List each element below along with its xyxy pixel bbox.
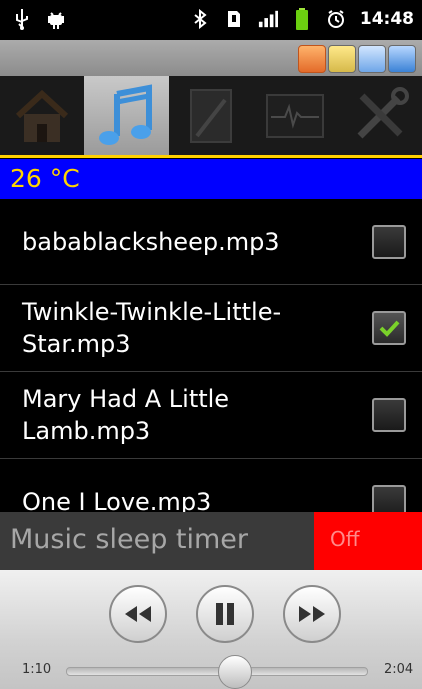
fast-forward-button[interactable]: [283, 585, 341, 643]
tab-home[interactable]: [0, 76, 84, 156]
seek-bar[interactable]: [66, 667, 368, 676]
sleep-timer-toggle[interactable]: Off: [314, 512, 422, 570]
seek-thumb[interactable]: [218, 655, 252, 689]
alarm-icon: [326, 8, 346, 30]
sim-icon: [224, 8, 244, 30]
sleep-timer-bar: Music sleep timer Off: [0, 512, 422, 570]
tab-indicator: [0, 155, 422, 158]
song-checkbox[interactable]: [372, 398, 406, 432]
checkmark-icon: [379, 320, 400, 337]
temperature-label: 26 °C: [10, 164, 80, 193]
total-time: 2:04: [384, 662, 414, 677]
list-item[interactable]: bababl­acksheep.mp3: [0, 199, 422, 285]
song-checkbox[interactable]: [372, 224, 406, 259]
song-list[interactable]: bababl­acksheep.mp3 Twinkle-Twinkle-Litt…: [0, 199, 422, 512]
list-item[interactable]: One I Love.mp3: [0, 459, 422, 512]
song-checkbox[interactable]: [372, 485, 406, 512]
sleep-timer-state: Off: [330, 527, 360, 551]
song-name: One I Love.mp3: [22, 488, 212, 512]
song-name: Twinkle-Twinkle-Little-Star.mp3: [22, 298, 282, 358]
bluetooth-icon: [190, 8, 210, 30]
tab-settings[interactable]: [338, 76, 422, 156]
app-top-bar: [0, 40, 422, 76]
pause-icon: [216, 603, 234, 625]
speaker-icon[interactable]: [328, 45, 356, 73]
tab-monitor[interactable]: [253, 76, 337, 156]
tab-bar: [0, 76, 422, 156]
rewind-button[interactable]: [109, 585, 167, 643]
tab-music[interactable]: [84, 76, 169, 156]
song-name: bababl­acksheep.mp3: [22, 227, 280, 256]
song-checkbox[interactable]: [372, 311, 406, 345]
media-player: 1:10 2:04: [0, 570, 422, 689]
elapsed-time: 1:10: [22, 662, 52, 677]
music-note-icon: [98, 84, 152, 145]
list-item[interactable]: Twinkle-Twinkle-Little-Star.mp3: [0, 285, 422, 372]
tools-icon: [357, 87, 409, 139]
fast-forward-icon: [299, 606, 325, 622]
tab-notes[interactable]: [169, 76, 253, 156]
usb-icon: [12, 8, 32, 30]
android-debug-icon: [46, 8, 66, 30]
battery-icon: [292, 8, 312, 30]
signal-badge-icon[interactable]: [388, 45, 416, 73]
song-name: Mary Had A Little Lamb.mp3: [22, 385, 230, 445]
notebook-icon: [190, 89, 233, 143]
rewind-icon: [125, 606, 151, 622]
status-bar: 14:48: [0, 0, 422, 40]
weather-icon[interactable]: [358, 45, 386, 73]
signal-icon: [258, 8, 278, 30]
temperature-bar: 26 °C: [0, 159, 422, 199]
home-icon: [16, 89, 69, 142]
status-time: 14:48: [359, 9, 414, 29]
app-icon[interactable]: [298, 45, 326, 73]
list-item[interactable]: Mary Had A Little Lamb.mp3: [0, 372, 422, 459]
sleep-timer-label: Music sleep timer: [10, 524, 249, 555]
waveform-icon: [266, 94, 325, 138]
pause-button[interactable]: [196, 585, 254, 643]
